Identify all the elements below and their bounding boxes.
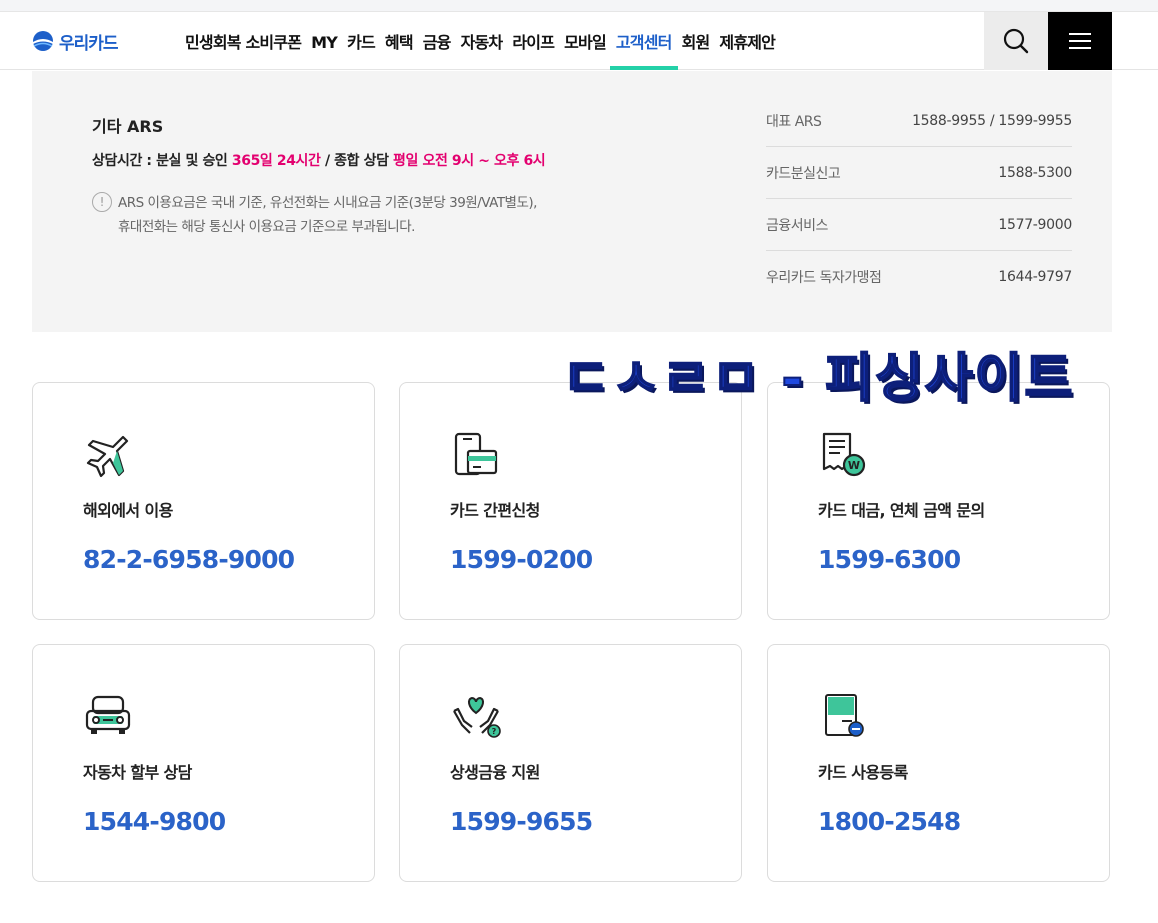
ars-row: 우리카드 독자가맹점 1644-9797 bbox=[766, 251, 1072, 303]
card-title: 카드 대금, 연체 금액 문의 bbox=[818, 501, 985, 520]
ars-number-list: 대표 ARS 1588-9955 / 1599-9955 카드분실신고 1588… bbox=[766, 95, 1072, 303]
service-card-car-installment[interactable]: 자동차 할부 상담 1544-9800 bbox=[32, 644, 375, 882]
card-title: 카드 사용등록 bbox=[818, 763, 908, 782]
ars-number[interactable]: 1644-9797 bbox=[998, 269, 1072, 285]
service-card-register[interactable]: 카드 사용등록 1800-2548 bbox=[767, 644, 1110, 882]
card-phone[interactable]: 82-2-6958-9000 bbox=[83, 545, 295, 574]
receipt-won-icon: W bbox=[822, 432, 866, 477]
ars-row: 대표 ARS 1588-9955 / 1599-9955 bbox=[766, 95, 1072, 147]
ars-row: 금융서비스 1577-9000 bbox=[766, 199, 1072, 251]
card-phone[interactable]: 1544-9800 bbox=[83, 807, 226, 836]
card-phone[interactable]: 1800-2548 bbox=[818, 807, 961, 836]
card-title: 자동차 할부 상담 bbox=[83, 763, 192, 782]
notice-line-2: 휴대전화는 해당 통신사 이용요금 기준으로 부과됩니다. bbox=[118, 219, 415, 235]
ars-notice: ! ARS 이용요금은 국내 기준, 유선전화는 시내요금 기준(3분당 39원… bbox=[92, 191, 537, 239]
hours-prefix: 상담시간 : 분실 및 승인 bbox=[92, 153, 232, 169]
ars-number[interactable]: 1588-5300 bbox=[998, 165, 1072, 181]
card-phone[interactable]: 1599-9655 bbox=[450, 807, 593, 836]
ars-label: 대표 ARS bbox=[766, 113, 822, 130]
brand-logo[interactable]: 우리카드 bbox=[32, 29, 119, 54]
ars-info-panel: 기타 ARS 상담시간 : 분실 및 승인 365일 24시간 / 종합 상담 … bbox=[32, 71, 1112, 332]
hours-24h: 365일 24시간 bbox=[231, 153, 321, 169]
car-icon bbox=[85, 695, 131, 734]
nav-item-coupon[interactable]: 민생회복 소비쿠폰 bbox=[185, 12, 302, 70]
card-register-icon bbox=[825, 694, 864, 737]
site-header: 우리카드 민생회복 소비쿠폰 MY 카드 혜택 금융 자동차 라이프 모바일 고… bbox=[0, 12, 1158, 70]
search-icon bbox=[1003, 28, 1029, 54]
notice-text: ARS 이용요금은 국내 기준, 유선전화는 시내요금 기준(3분당 39원/V… bbox=[118, 191, 537, 239]
nav-item-customer-center[interactable]: 고객센터 bbox=[609, 12, 678, 70]
service-card-support[interactable]: ? 상생금융 지원 1599-9655 bbox=[399, 644, 742, 882]
ars-label: 카드분실신고 bbox=[766, 165, 841, 182]
search-button[interactable] bbox=[984, 12, 1048, 70]
hours-weekday: 평일 오전 9시 ~ 오후 6시 bbox=[393, 153, 546, 169]
card-phone[interactable]: 1599-6300 bbox=[818, 545, 961, 574]
card-title: 해외에서 이용 bbox=[83, 501, 173, 520]
service-card-overseas[interactable]: 해외에서 이용 82-2-6958-9000 bbox=[32, 382, 375, 620]
svg-text:?: ? bbox=[492, 727, 497, 736]
service-card-quick-apply[interactable]: 카드 간편신청 1599-0200 bbox=[399, 382, 742, 620]
ars-label: 금융서비스 bbox=[766, 217, 828, 234]
ars-title: 기타 ARS bbox=[92, 117, 164, 136]
nav-item-car[interactable]: 자동차 bbox=[461, 12, 504, 70]
info-icon: ! bbox=[92, 192, 112, 212]
top-utility-bar bbox=[0, 0, 1158, 12]
ars-number[interactable]: 1588-9955 / 1599-9955 bbox=[912, 113, 1072, 129]
logo-text: 우리카드 bbox=[59, 33, 119, 54]
nav-item-benefit[interactable]: 혜택 bbox=[385, 12, 414, 70]
hours-mid: / 종합 상담 bbox=[320, 153, 394, 169]
card-title: 상생금융 지원 bbox=[450, 763, 540, 782]
service-card-payment[interactable]: W 카드 대금, 연체 금액 문의 1599-6300 bbox=[767, 382, 1110, 620]
ars-number[interactable]: 1577-9000 bbox=[998, 217, 1072, 233]
ars-label: 우리카드 독자가맹점 bbox=[766, 270, 882, 286]
phishing-warning-overlay: ㄷㅅㄹㅁ - 피싱사이트 bbox=[561, 348, 1075, 410]
airplane-icon bbox=[86, 435, 129, 478]
nav-item-life[interactable]: 라이프 bbox=[512, 12, 555, 70]
card-title: 카드 간편신청 bbox=[450, 501, 540, 520]
notice-line-1: ARS 이용요금은 국내 기준, 유선전화는 시내요금 기준(3분당 39원/V… bbox=[118, 195, 537, 211]
menu-button[interactable] bbox=[1048, 12, 1112, 70]
hamburger-icon bbox=[1069, 33, 1091, 49]
nav-item-finance[interactable]: 금융 bbox=[423, 12, 452, 70]
svg-text:W: W bbox=[848, 459, 860, 472]
nav-item-my[interactable]: MY bbox=[311, 12, 338, 70]
ars-row: 카드분실신고 1588-5300 bbox=[766, 147, 1072, 199]
nav-item-partnership[interactable]: 제휴제안 bbox=[719, 12, 775, 70]
hands-heart-icon: ? bbox=[453, 696, 501, 738]
nav-item-member[interactable]: 회원 bbox=[682, 12, 711, 70]
phone-card-icon bbox=[454, 432, 498, 476]
main-nav: 민생회복 소비쿠폰 MY 카드 혜택 금융 자동차 라이프 모바일 고객센터 회… bbox=[185, 12, 785, 70]
nav-item-mobile[interactable]: 모바일 bbox=[564, 12, 607, 70]
card-phone[interactable]: 1599-0200 bbox=[450, 545, 593, 574]
ars-hours: 상담시간 : 분실 및 승인 365일 24시간 / 종합 상담 평일 오전 9… bbox=[92, 150, 546, 170]
nav-item-card[interactable]: 카드 bbox=[347, 12, 376, 70]
woori-logo-icon bbox=[33, 31, 53, 51]
